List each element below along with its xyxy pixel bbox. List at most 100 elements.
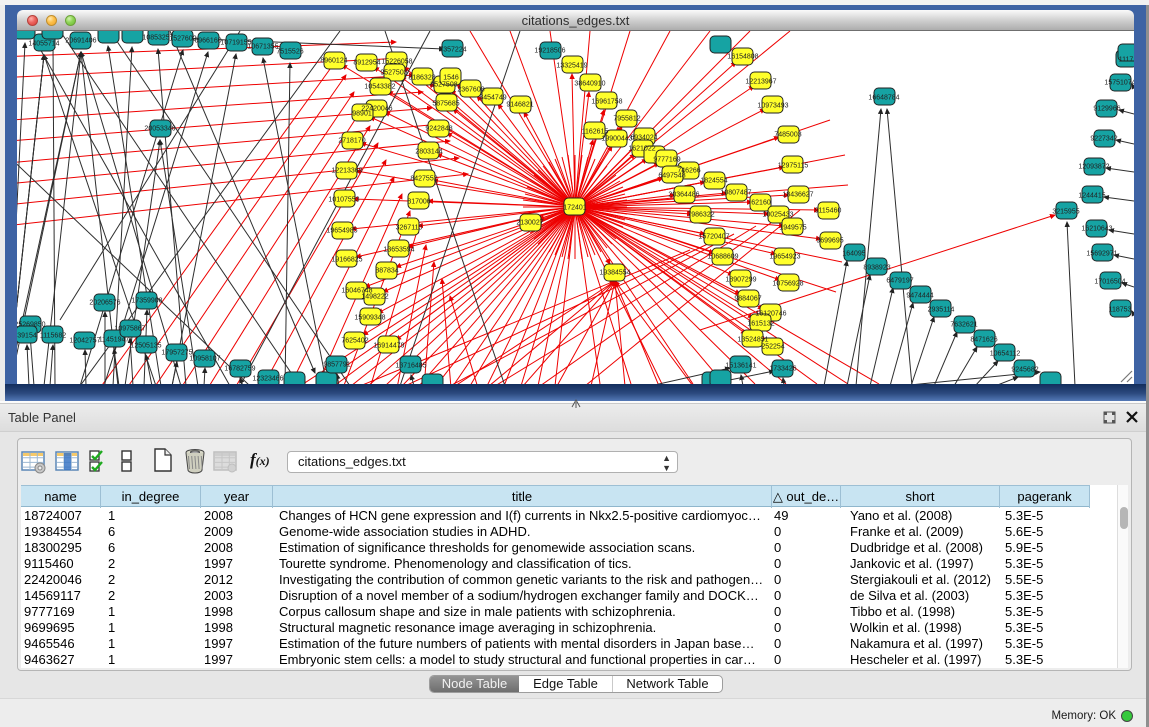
svg-text:8454749: 8454749 <box>479 95 506 102</box>
svg-text:13716485: 13716485 <box>395 363 426 370</box>
svg-text:9527503: 9527503 <box>380 70 407 77</box>
svg-text:15909348: 15909348 <box>354 315 385 322</box>
svg-text:17016504: 17016504 <box>1094 279 1125 286</box>
svg-text:2935114: 2935114 <box>928 307 955 314</box>
svg-text:15136141: 15136141 <box>725 363 756 370</box>
svg-text:10975867: 10975867 <box>114 326 145 333</box>
svg-text:7986322: 7986322 <box>687 212 714 219</box>
svg-text:8912954: 8912954 <box>353 60 380 67</box>
svg-text:16648784: 16648784 <box>868 95 899 102</box>
svg-text:12975115: 12975115 <box>778 163 809 170</box>
svg-text:19900443: 19900443 <box>601 136 632 143</box>
svg-text:15751074: 15751074 <box>1104 80 1134 87</box>
svg-text:9242848: 9242848 <box>425 126 452 133</box>
svg-text:6934024: 6934024 <box>630 135 657 142</box>
svg-text:12213369: 12213369 <box>331 168 362 175</box>
svg-text:9474444: 9474444 <box>906 293 933 300</box>
svg-text:98901: 98901 <box>352 111 372 118</box>
svg-text:20691406: 20691406 <box>65 38 96 45</box>
svg-text:19166825: 19166825 <box>331 257 362 264</box>
svg-text:1621022: 1621022 <box>628 146 655 153</box>
svg-text:10107553: 10107553 <box>328 197 359 204</box>
svg-text:9857791: 9857791 <box>323 362 350 369</box>
svg-text:12505135: 12505135 <box>130 343 161 350</box>
svg-text:2367608: 2367608 <box>457 87 484 94</box>
svg-text:1733426: 1733426 <box>769 366 796 373</box>
svg-text:6497548: 6497548 <box>658 173 685 180</box>
svg-text:62160: 62160 <box>751 200 771 207</box>
svg-text:15692971: 15692971 <box>1086 251 1117 258</box>
svg-text:7625402: 7625402 <box>341 338 368 345</box>
svg-text:9227342: 9227342 <box>1090 136 1117 143</box>
svg-text:172401: 172401 <box>563 205 586 212</box>
svg-text:10958107: 10958107 <box>189 356 220 363</box>
svg-text:18436627: 18436627 <box>782 192 813 199</box>
svg-text:1615132: 1615132 <box>747 321 774 328</box>
svg-text:25269850: 25269850 <box>17 322 46 329</box>
svg-text:9245682: 9245682 <box>1011 367 1038 374</box>
svg-text:8938923: 8938923 <box>863 265 890 272</box>
svg-text:20053346: 20053346 <box>144 126 175 133</box>
svg-text:12093872: 12093872 <box>1078 164 1109 171</box>
svg-text:6479197: 6479197 <box>886 278 913 285</box>
svg-text:3267110: 3267110 <box>396 225 423 232</box>
svg-text:817006: 817006 <box>407 199 430 206</box>
svg-text:9146821: 9146821 <box>506 102 533 109</box>
svg-text:9884067: 9884067 <box>734 296 761 303</box>
svg-text:9777169: 9777169 <box>653 157 680 164</box>
svg-text:9527508: 9527508 <box>430 82 457 89</box>
svg-text:252254: 252254 <box>761 344 784 351</box>
svg-text:19654985: 19654985 <box>326 228 357 235</box>
svg-text:39154: 39154 <box>17 333 37 340</box>
svg-text:16782759: 16782759 <box>224 366 255 373</box>
svg-text:8186328: 8186328 <box>408 75 435 82</box>
svg-text:16120746: 16120746 <box>755 311 786 318</box>
svg-text:8427552: 8427552 <box>410 176 437 183</box>
svg-text:10973493: 10973493 <box>757 103 788 110</box>
svg-text:16914479: 16914479 <box>373 343 404 350</box>
svg-text:10543382: 10543382 <box>364 84 395 91</box>
svg-text:2718170: 2718170 <box>338 138 365 145</box>
svg-text:19384554: 19384554 <box>599 270 630 277</box>
svg-text:18907299: 18907299 <box>725 277 756 284</box>
svg-text:9129966: 9129966 <box>1093 106 1120 113</box>
svg-text:38640910: 38640910 <box>574 81 605 88</box>
svg-text:1949575: 1949575 <box>779 225 806 232</box>
svg-text:1824554: 1824554 <box>700 178 727 185</box>
svg-text:20206576: 20206576 <box>89 300 120 307</box>
svg-text:16154808: 16154808 <box>727 54 758 61</box>
svg-text:1162615: 1162615 <box>582 129 609 136</box>
svg-text:19218506: 19218506 <box>534 48 565 55</box>
svg-text:14055714: 14055714 <box>28 41 59 48</box>
svg-text:7632621: 7632621 <box>950 322 977 329</box>
svg-text:1546: 1546 <box>443 75 459 82</box>
svg-text:15226058: 15226058 <box>381 59 412 66</box>
svg-text:10654112: 10654112 <box>990 351 1021 358</box>
svg-text:13524851: 13524851 <box>737 337 768 344</box>
svg-text:9115460: 9115460 <box>815 208 842 215</box>
svg-text:9699695: 9699695 <box>816 238 843 245</box>
svg-text:3215955: 3215955 <box>1052 209 1079 216</box>
svg-text:1527602: 1527602 <box>169 36 196 43</box>
svg-text:7485003: 7485003 <box>774 132 801 139</box>
svg-text:7357224: 7357224 <box>439 47 466 54</box>
svg-text:2803144: 2803144 <box>415 149 442 156</box>
svg-text:10756928: 10756928 <box>772 281 803 288</box>
svg-text:17359908: 17359908 <box>131 298 162 305</box>
svg-text:10807487: 10807487 <box>720 190 751 197</box>
svg-text:1244415: 1244415 <box>1078 193 1105 200</box>
svg-text:7955812: 7955812 <box>613 116 640 123</box>
svg-text:15720407: 15720407 <box>698 234 729 241</box>
svg-text:12042757: 12042757 <box>69 338 100 345</box>
svg-text:7515526: 7515526 <box>276 49 303 56</box>
svg-text:13653594: 13653594 <box>383 247 414 254</box>
svg-text:10688609: 10688609 <box>707 254 738 261</box>
svg-text:1115682: 1115682 <box>40 333 66 340</box>
svg-text:12323466: 12323466 <box>252 376 283 383</box>
svg-text:16210643: 16210643 <box>1081 226 1112 233</box>
svg-text:16961758: 16961758 <box>591 99 622 106</box>
svg-text:1498222: 1498222 <box>361 294 388 301</box>
svg-text:8471626: 8471626 <box>970 337 997 344</box>
svg-text:11451947: 11451947 <box>99 337 130 344</box>
svg-text:19654923: 19654923 <box>769 254 800 261</box>
